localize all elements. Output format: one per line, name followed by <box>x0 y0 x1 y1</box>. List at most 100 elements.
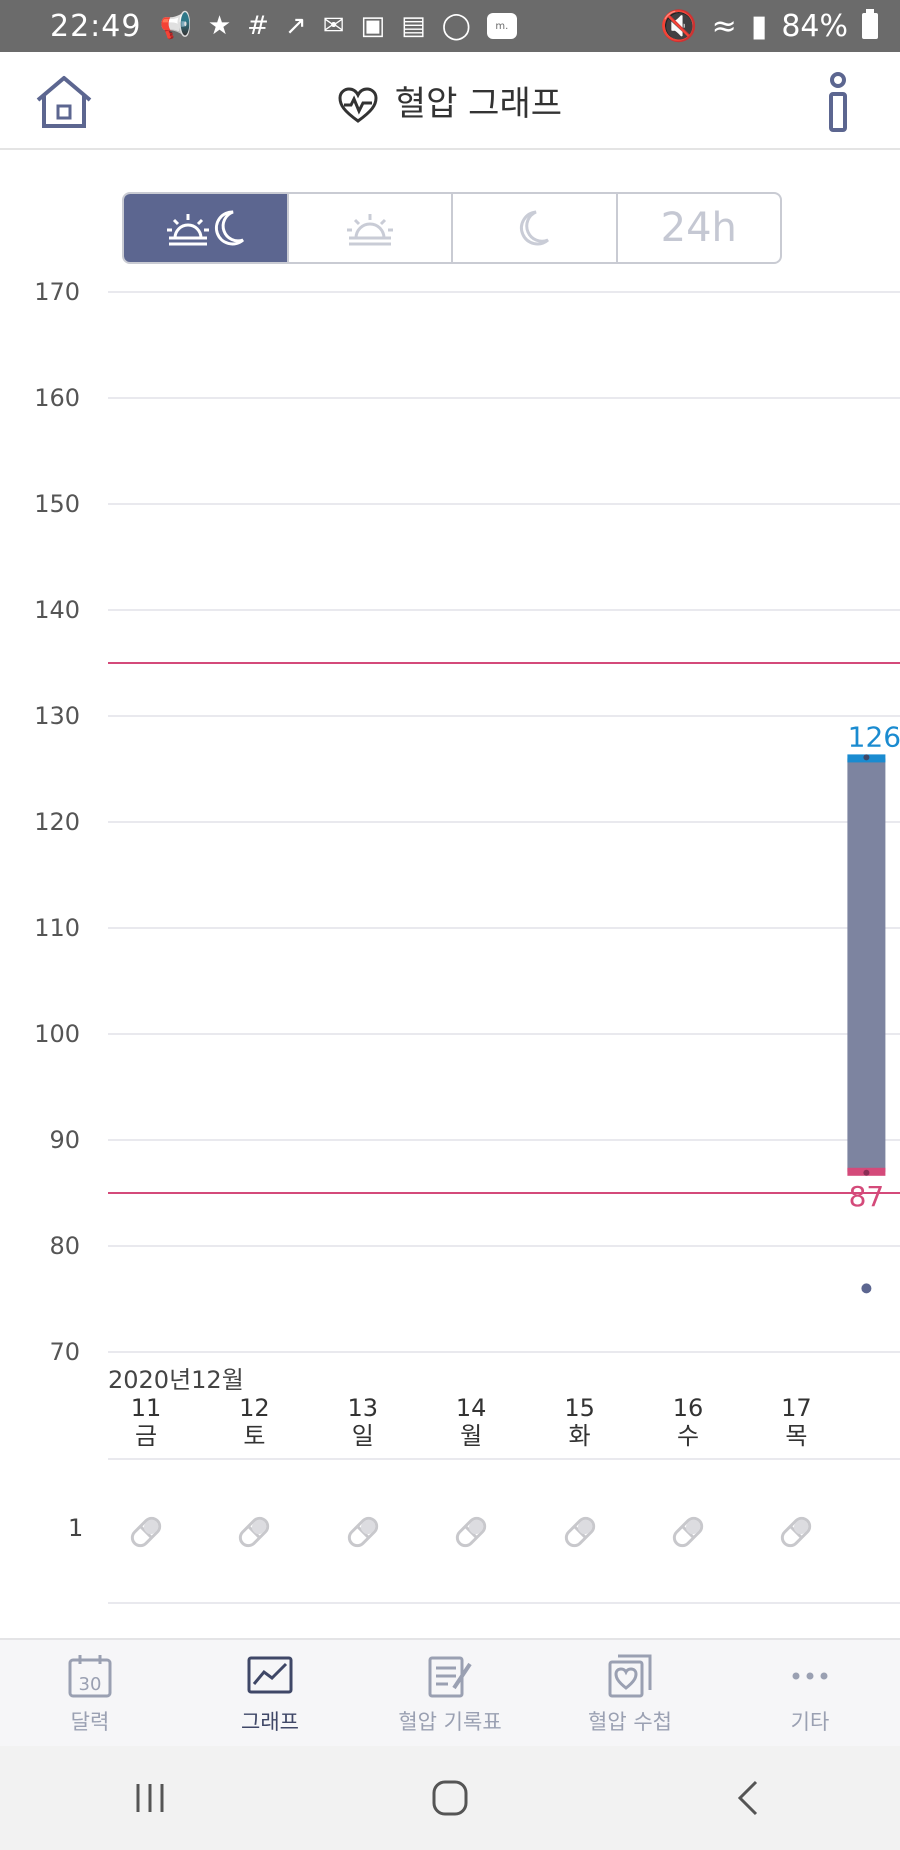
pill-icon[interactable] <box>560 1512 600 1552</box>
instagram-icon: ▣ <box>360 11 386 41</box>
star-icon: ★ <box>207 11 232 41</box>
segment-morning[interactable] <box>286 194 452 262</box>
nav-graph-label: 그래프 <box>241 1710 299 1734</box>
weekday: 월 <box>460 1422 483 1450</box>
bp-bar <box>847 758 886 1172</box>
nav-notebook[interactable]: 혈압 수첩 <box>540 1640 720 1748</box>
nav-graph[interactable]: 그래프 <box>180 1640 360 1748</box>
segment-24h[interactable]: 24h <box>615 194 781 262</box>
y-tick-label: 170 <box>34 278 80 306</box>
back-button[interactable] <box>710 1768 790 1828</box>
divider <box>108 1458 900 1460</box>
systolic-dot <box>863 754 870 761</box>
graph-icon <box>247 1656 293 1694</box>
calendar-icon: 30 <box>68 1655 112 1698</box>
signal-icon: ▮ <box>750 8 768 44</box>
app-header: 혈압 그래프 <box>0 52 900 150</box>
nav-notebook-label: 혈압 수첩 <box>588 1710 672 1734</box>
y-tick-label: 130 <box>34 702 80 730</box>
pill-icon[interactable] <box>126 1512 166 1552</box>
bottom-nav: 30 달력 그래프 혈압 기록표 혈압 수첩 기타 <box>0 1638 900 1748</box>
heart-pulse-icon <box>338 86 378 123</box>
nav-calendar-label: 달력 <box>70 1710 110 1734</box>
day-label: 15 화 <box>550 1394 610 1450</box>
medication-row: 1 <box>0 1500 900 1560</box>
calendar-icon-text: 30 <box>79 1674 102 1695</box>
weekday: 목 <box>785 1422 808 1450</box>
page-title-text: 혈압 그래프 <box>394 84 563 124</box>
sun-moon-icon <box>167 210 245 246</box>
notebook-icon <box>608 1654 652 1698</box>
y-tick-label: 160 <box>34 384 80 412</box>
pulse-dot <box>861 1283 872 1294</box>
pill-icon[interactable] <box>234 1512 274 1552</box>
weekday: 수 <box>676 1422 700 1450</box>
y-tick-label: 120 <box>34 808 80 836</box>
medication-row-label: 1 <box>68 1514 84 1542</box>
megaphone-icon: 📢 <box>159 11 192 41</box>
day-label: 13 일 <box>333 1394 393 1450</box>
gallery-icon: ▤ <box>401 11 426 41</box>
day-label: 11 금 <box>116 1394 176 1450</box>
mail-icon: ✉ <box>322 11 345 41</box>
m-global-icon: m. <box>486 13 517 39</box>
diastolic-dot <box>863 1169 870 1176</box>
more-icon <box>792 1672 828 1680</box>
systolic-label: 126 <box>848 720 900 753</box>
back-icon <box>737 1780 758 1816</box>
segment-morning-evening[interactable] <box>124 194 287 262</box>
time-of-day-selector: 24h <box>122 192 782 264</box>
weekday: 일 <box>351 1422 374 1450</box>
weekday: 토 <box>243 1422 266 1450</box>
sunrise-icon <box>346 214 393 246</box>
mute-icon: 🔇 <box>660 8 698 44</box>
day-label: 17 목 <box>766 1394 826 1450</box>
blood-pressure-chart: 170 160 150 140 130 120 110 100 90 80 70 126 87 <box>34 278 900 1366</box>
day-number: 11 <box>130 1394 162 1422</box>
home-circle-icon <box>432 1780 468 1816</box>
day-number: 13 <box>347 1394 379 1422</box>
day-number: 12 <box>239 1394 270 1422</box>
y-tick-label: 150 <box>34 490 80 518</box>
wifi-icon: ≈ <box>711 8 737 44</box>
nav-record-sheet[interactable]: 혈압 기록표 <box>360 1640 540 1748</box>
pill-icon[interactable] <box>343 1512 383 1552</box>
info-button[interactable] <box>820 72 856 134</box>
status-bar: 22:49 📢 ★ # ↗ ✉ ▣ ▤ ◯ m. 🔇 ≈ ▮ 84% <box>0 0 900 52</box>
pill-icon[interactable] <box>668 1512 708 1552</box>
divider <box>108 1602 900 1604</box>
slack-icon: # <box>247 11 269 41</box>
day-number: 17 <box>781 1394 812 1422</box>
recent-apps-button[interactable] <box>110 1768 190 1828</box>
day-label: 14 월 <box>441 1394 501 1450</box>
y-tick-label: 110 <box>34 914 80 942</box>
nav-record-sheet-label: 혈압 기록표 <box>398 1710 502 1734</box>
pill-icon[interactable] <box>451 1512 491 1552</box>
pill-icon[interactable] <box>776 1512 816 1552</box>
status-right: 🔇 ≈ ▮ 84% <box>660 9 878 44</box>
info-icon <box>829 72 847 132</box>
nav-calendar[interactable]: 30 달력 <box>0 1640 180 1748</box>
status-time: 22:49 <box>50 8 142 44</box>
nav-more-label: 기타 <box>790 1710 830 1734</box>
y-tick-label: 140 <box>34 596 80 624</box>
y-tick-label: 100 <box>34 1020 80 1048</box>
day-number: 14 <box>455 1394 487 1422</box>
day-number: 15 <box>564 1394 595 1422</box>
day-label: 12 토 <box>224 1394 284 1450</box>
record-sheet-icon <box>428 1656 472 1698</box>
nav-more[interactable]: 기타 <box>720 1640 900 1748</box>
segment-evening[interactable] <box>451 194 616 262</box>
weekday: 금 <box>134 1422 158 1450</box>
moon-icon <box>520 210 550 246</box>
y-tick-label: 80 <box>49 1232 80 1260</box>
y-tick-label: 70 <box>49 1338 80 1366</box>
y-tick-label: 90 <box>49 1126 80 1154</box>
battery-percent: 84% <box>781 8 848 44</box>
day-axis: 11 금 12 토 13 일 14 월 15 화 16 수 17 목 <box>92 1394 900 1454</box>
home-system-button[interactable] <box>410 1768 490 1828</box>
month-label: 2020년12월 <box>108 1366 244 1394</box>
system-nav-bar <box>0 1746 900 1850</box>
day-label: 16 수 <box>658 1394 718 1450</box>
day-number: 16 <box>672 1394 704 1422</box>
